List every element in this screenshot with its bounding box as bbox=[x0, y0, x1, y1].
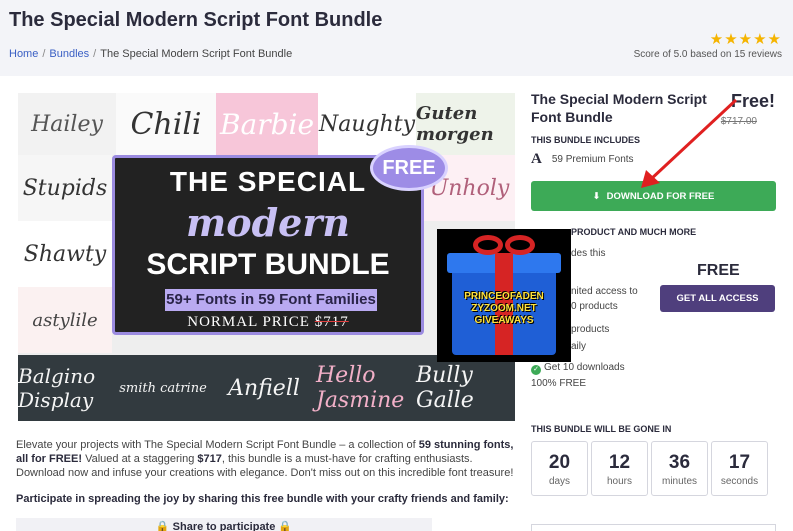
sidebar-title: The Special Modern Script Font Bundle bbox=[531, 91, 707, 125]
fonts-count: 59 Premium Fonts bbox=[551, 154, 634, 165]
download-icon: ⬇ bbox=[592, 190, 601, 202]
gift-bow-left bbox=[473, 235, 503, 255]
font-tile-astylile: astylile bbox=[18, 287, 112, 353]
free-percent: 100% FREE bbox=[531, 378, 587, 389]
giveaway-gift-overlay: PRINCEOFADEN ZYZOOM.NET GIVEAWAYS bbox=[437, 229, 571, 362]
feature-line-2: nited access to bbox=[571, 286, 638, 297]
countdown-seconds-unit: seconds bbox=[720, 476, 759, 487]
font-tile-guten-morgen: Guten morgen bbox=[416, 93, 515, 155]
rating-stars: ★★★★★ bbox=[709, 31, 782, 48]
check-icon: ✓ bbox=[531, 365, 541, 375]
next-panel-edge bbox=[531, 524, 776, 531]
countdown-seconds: 17 seconds bbox=[711, 441, 768, 496]
font-tile-shawty: Shawty bbox=[18, 221, 112, 287]
giveaway-line-2: ZYZOOM.NET bbox=[471, 303, 537, 314]
countdown-seconds-value: 17 bbox=[728, 452, 751, 473]
font-tile-stupids: Stupids bbox=[18, 155, 112, 221]
font-tile-balgino: Balgino Display bbox=[18, 355, 114, 421]
description-bold-2: $717 bbox=[197, 453, 222, 465]
share-to-participate-button[interactable]: 🔒 Share to participate 🔒 bbox=[16, 518, 432, 531]
countdown-days-unit: days bbox=[548, 476, 571, 487]
cover-font-count: 59+ Fonts in 59 Font Families bbox=[165, 289, 377, 311]
font-icon: A bbox=[531, 151, 542, 167]
more-heading: PRODUCT AND MUCH MORE bbox=[571, 227, 697, 237]
includes-fonts-row: A 59 Premium Fonts bbox=[531, 151, 634, 168]
page-title: The Special Modern Script Font Bundle bbox=[9, 9, 383, 31]
feature-line-5: aily bbox=[571, 341, 587, 352]
all-access-price: FREE bbox=[697, 262, 740, 279]
downloads-text: Get 10 downloads bbox=[544, 362, 625, 373]
get-all-access-button[interactable]: GET ALL ACCESS bbox=[660, 285, 775, 312]
feature-line-3: 0 products bbox=[571, 301, 618, 312]
breadcrumb: Home / Bundles / The Special Modern Script F… bbox=[9, 48, 293, 60]
price-free: Free! bbox=[730, 91, 775, 111]
participate-heading: Participate in spreading the joy by shar… bbox=[16, 493, 509, 505]
downloads-line: ✓ Get 10 downloads bbox=[531, 362, 625, 375]
font-tile-smith-catrine: smith catrine bbox=[114, 355, 212, 421]
countdown-hours: 12 hours bbox=[591, 441, 648, 496]
download-label: DOWNLOAD FOR FREE bbox=[606, 190, 715, 202]
gift-bow-right bbox=[505, 235, 535, 255]
giveaway-watermark: PRINCEOFADEN ZYZOOM.NET GIVEAWAYS bbox=[437, 291, 571, 327]
breadcrumb-home[interactable]: Home bbox=[9, 48, 38, 60]
cover-line-modern: modern bbox=[186, 200, 350, 245]
countdown-days-value: 20 bbox=[548, 452, 571, 473]
cover-normal-price: NORMAL PRICE $717 bbox=[115, 314, 421, 331]
share-label: Share to participate bbox=[172, 521, 276, 531]
countdown-hours-unit: hours bbox=[606, 476, 632, 487]
countdown-minutes-value: 36 bbox=[668, 452, 691, 473]
cover-line-script-bundle: SCRIPT BUNDLE bbox=[146, 248, 390, 281]
includes-heading: THIS BUNDLE INCLUDES bbox=[531, 135, 641, 145]
cover-price-value: $717 bbox=[314, 314, 349, 330]
price-original: $717.00 bbox=[720, 116, 757, 127]
giveaway-line-1: PRINCEOFADEN bbox=[464, 291, 544, 302]
font-tile-hello-jasmine: Hello Jasmine bbox=[316, 355, 416, 421]
description-text-1: Elevate your projects with The Special M… bbox=[16, 439, 419, 451]
countdown-minutes-unit: minutes bbox=[661, 476, 697, 487]
feature-line-1: des this bbox=[571, 248, 606, 259]
countdown-days: 20 days bbox=[531, 441, 588, 496]
feature-line-4: products bbox=[571, 324, 610, 335]
countdown-heading: THIS BUNDLE WILL BE GONE IN bbox=[531, 424, 672, 434]
font-tile-bully-galle: Bully Galle bbox=[416, 355, 515, 421]
cover-price-prefix: NORMAL PRICE bbox=[187, 314, 310, 330]
bundle-description: Elevate your projects with The Special M… bbox=[16, 438, 516, 480]
font-tile-chili: Chili bbox=[116, 93, 216, 155]
font-tile-anfiell: Anfiell bbox=[212, 355, 316, 421]
countdown-minutes: 36 minutes bbox=[651, 441, 708, 496]
rating-score: Score of 5.0 based on 15 reviews bbox=[633, 49, 782, 60]
countdown-hours-value: 12 bbox=[608, 452, 631, 473]
font-tile-hailey: Hailey bbox=[18, 93, 116, 155]
description-text-2: Valued at a staggering bbox=[82, 453, 198, 465]
breadcrumb-current: The Special Modern Script Font Bundle bbox=[100, 48, 293, 60]
breadcrumb-bundles[interactable]: Bundles bbox=[49, 48, 89, 60]
free-badge: FREE bbox=[370, 145, 448, 191]
giveaway-line-3: GIVEAWAYS bbox=[474, 315, 534, 326]
download-for-free-button[interactable]: ⬇ DOWNLOAD FOR FREE bbox=[531, 181, 776, 211]
font-tile-barbie: Barbie bbox=[216, 93, 318, 155]
